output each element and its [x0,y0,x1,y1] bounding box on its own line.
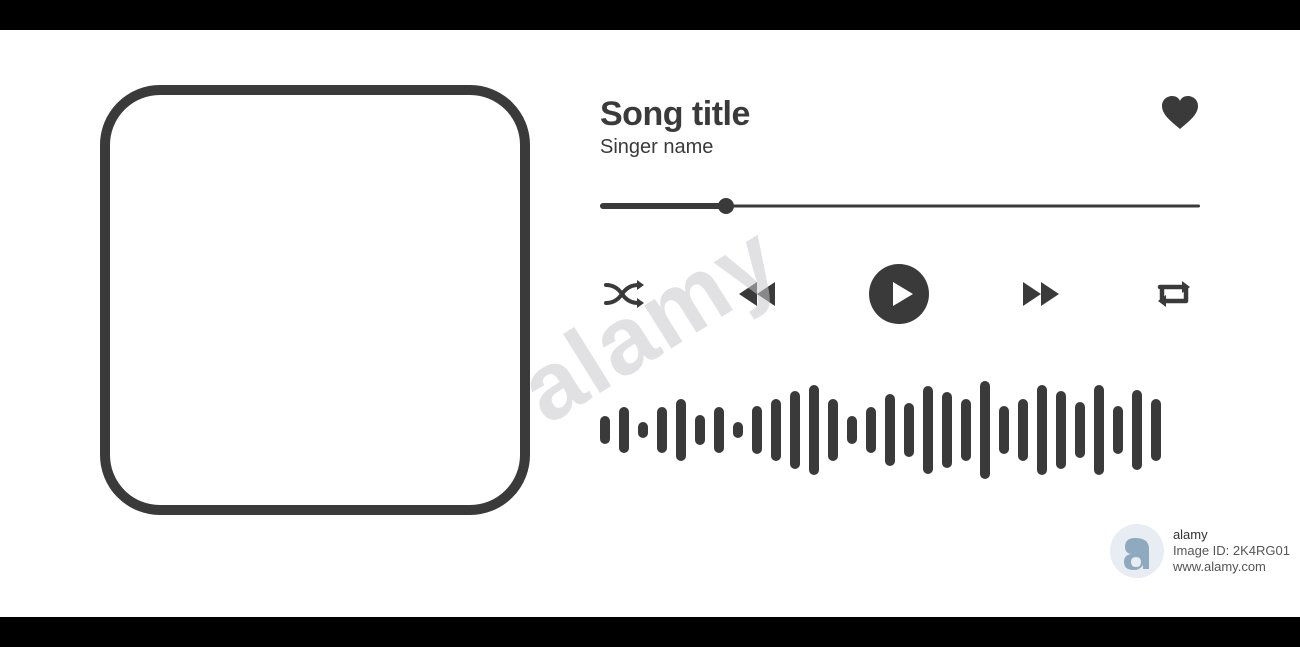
player-controls: Song title Singer name [600,85,1200,515]
waveform-bar [1037,385,1047,475]
watermark-site: www.alamy.com [1173,559,1290,575]
waveform-bar [961,399,971,461]
progress-played [600,203,726,209]
song-title: Song title [600,95,750,134]
play-button[interactable] [868,263,930,325]
waveform-bar [828,399,838,461]
transport-buttons [600,263,1200,325]
waveform-bar [600,416,610,444]
waveform-bar [619,407,629,453]
shuffle-button[interactable] [604,279,646,309]
waveform-bar [1018,399,1028,461]
waveform-bar [847,416,857,444]
waveform-bar [657,407,667,453]
shuffle-icon [604,279,646,309]
singer-name: Singer name [600,136,750,159]
play-icon [868,263,930,325]
waveform-bar [1056,391,1066,469]
repeat-button[interactable] [1152,278,1196,310]
next-button[interactable] [1019,278,1063,310]
waveform-bar [866,407,876,453]
album-art-placeholder [100,85,530,515]
repeat-icon [1152,278,1196,310]
forward-icon [1019,278,1063,310]
track-info: Song title Singer name [600,95,750,159]
player-canvas: alamy alamy Image ID: 2K4RG01 www.alamy.… [0,30,1300,617]
music-player: Song title Singer name [0,30,1300,515]
letterbox-top [0,0,1300,30]
waveform-bar [809,385,819,475]
waveform-bar [1151,399,1161,461]
waveform-bar [790,391,800,469]
waveform-bar [676,399,686,461]
waveform-bar [752,406,762,454]
waveform-bar [733,422,743,438]
waveform-bar [695,415,705,445]
rewind-icon [735,278,779,310]
stock-watermark-corner: alamy Image ID: 2K4RG01 www.alamy.com [1109,523,1290,579]
waveform-bar [999,406,1009,454]
waveform-bar [1075,402,1085,458]
waveform-bar [714,407,724,453]
letterbox-bottom [0,617,1300,647]
favorite-button[interactable] [1160,95,1200,131]
waveform-bar [1113,406,1123,454]
alamy-logo-icon [1109,523,1165,579]
waveform-bar [904,403,914,457]
waveform-bar [923,386,933,474]
progress-thumb[interactable] [718,198,734,214]
previous-button[interactable] [735,278,779,310]
waveform-bar [942,392,952,468]
progress-slider[interactable] [600,199,1200,213]
waveform-bar [885,394,895,466]
waveform [600,380,1200,480]
heart-icon [1160,95,1200,131]
waveform-bar [638,422,648,438]
waveform-bar [980,381,990,479]
watermark-image-id: Image ID: 2K4RG01 [1173,543,1290,559]
watermark-brand: alamy [1173,527,1290,543]
waveform-bar [1094,385,1104,475]
waveform-bar [1132,390,1142,470]
title-row: Song title Singer name [600,95,1200,159]
waveform-bar [771,399,781,461]
